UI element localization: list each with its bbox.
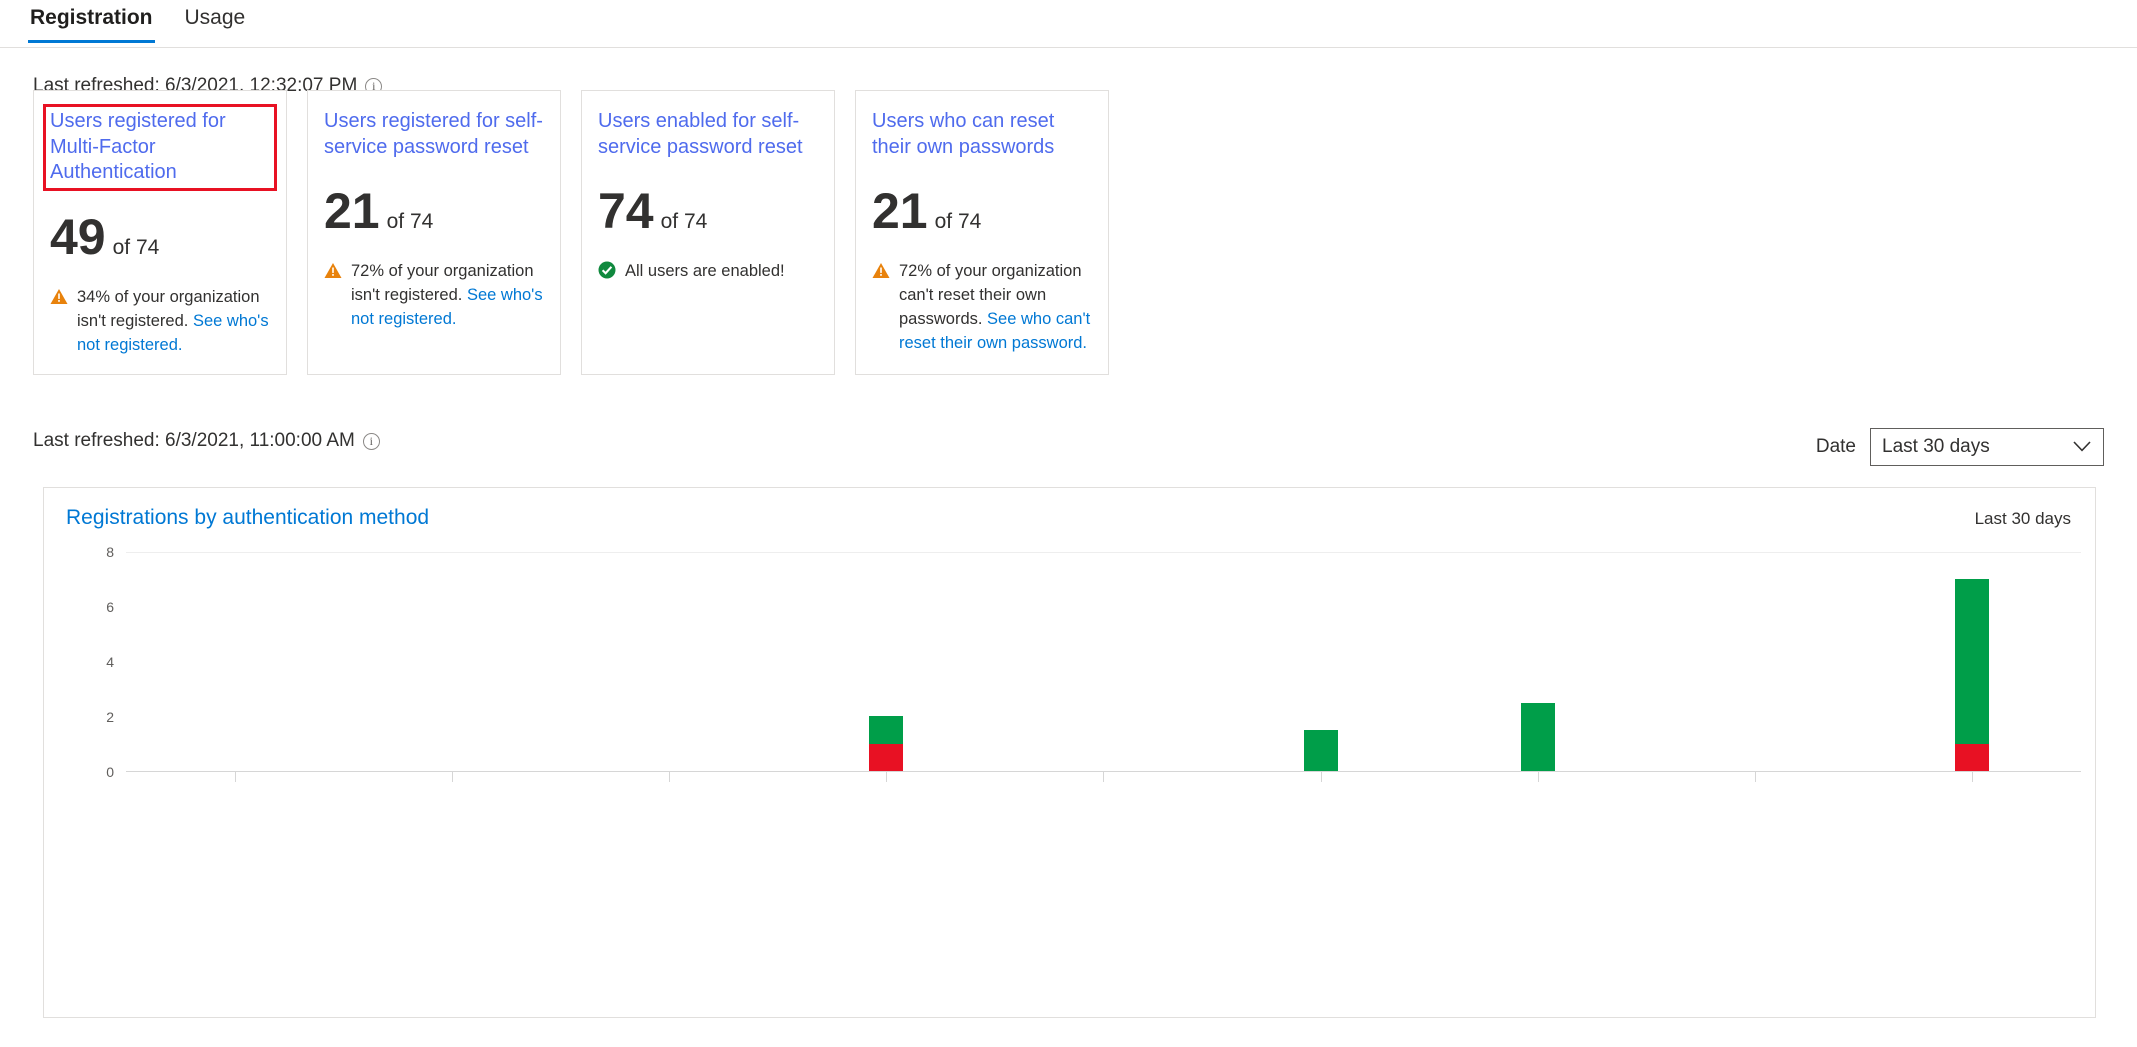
kpi-card-total: of 74 bbox=[660, 210, 708, 234]
bar-slot bbox=[1429, 552, 1646, 782]
y-axis: 0 2 4 6 8 bbox=[54, 544, 122, 780]
bar-slot bbox=[560, 552, 777, 782]
x-tick bbox=[669, 771, 671, 782]
bar-segment-successes[interactable] bbox=[869, 716, 904, 744]
kpi-card-status-text-wrap: All users are enabled! bbox=[625, 260, 785, 284]
bar-segment-successes[interactable] bbox=[1520, 702, 1555, 771]
kpi-card-total: of 74 bbox=[934, 210, 982, 234]
y-tick-label: 0 bbox=[106, 764, 114, 780]
date-filter: Date Last 30 days bbox=[1816, 428, 2104, 466]
last-refreshed-bottom: Last refreshed: 6/3/2021, 11:00:00 AM i bbox=[33, 430, 380, 452]
bar-segment-failures[interactable] bbox=[869, 743, 904, 771]
kpi-card-can-reset-password[interactable]: Users who can reset their own passwords … bbox=[855, 90, 1109, 375]
kpi-card-status-text-wrap: 34% of your organization isn't registere… bbox=[77, 286, 270, 358]
kpi-card-status: 72% of your organization can't reset the… bbox=[872, 260, 1092, 356]
x-tick bbox=[1972, 771, 1974, 782]
bar[interactable] bbox=[1955, 579, 1990, 771]
warning-icon bbox=[50, 288, 68, 305]
bar[interactable] bbox=[1520, 702, 1555, 771]
kpi-card-value-row: 49 of 74 bbox=[50, 212, 270, 262]
x-tick bbox=[451, 771, 453, 782]
warning-icon bbox=[872, 262, 890, 279]
chart-plot: 0 2 4 6 8 bbox=[54, 544, 2085, 782]
kpi-card-sspr-registered[interactable]: Users registered for self-service passwo… bbox=[307, 90, 561, 375]
kpi-card-status: 34% of your organization isn't registere… bbox=[50, 286, 270, 358]
kpi-card-title-wrap: Users who can reset their own passwords bbox=[872, 109, 1092, 160]
x-tick bbox=[1537, 771, 1539, 782]
x-tick bbox=[1320, 771, 1322, 782]
kpi-card-sspr-enabled[interactable]: Users enabled for self-service password … bbox=[581, 90, 835, 375]
x-tick bbox=[234, 771, 236, 782]
plot-area bbox=[126, 552, 2081, 782]
y-tick-label: 8 bbox=[106, 544, 114, 560]
kpi-card-value: 21 bbox=[324, 183, 380, 240]
bar-slot bbox=[1212, 552, 1429, 782]
kpi-card-total: of 74 bbox=[386, 210, 434, 234]
tab-registration-label: Registration bbox=[30, 6, 153, 29]
kpi-card-status: All users are enabled! bbox=[598, 260, 818, 284]
registration-dashboard: Registration Usage Last refreshed: 6/3/2… bbox=[0, 0, 2137, 1047]
success-icon bbox=[598, 261, 616, 279]
bar[interactable] bbox=[869, 716, 904, 771]
kpi-card-total: of 74 bbox=[112, 235, 160, 259]
kpi-card-title-wrap: Users enabled for self-service password … bbox=[598, 109, 818, 160]
chart-header: Registrations by authentication method L… bbox=[44, 488, 2095, 530]
warning-icon bbox=[324, 262, 342, 279]
bar-segment-failures[interactable] bbox=[1955, 743, 1990, 771]
kpi-card-status-text-wrap: 72% of your organization can't reset the… bbox=[899, 260, 1092, 356]
chart-range-label: Last 30 days bbox=[1974, 509, 2071, 528]
kpi-card-title[interactable]: Users registered for self-service passwo… bbox=[324, 109, 544, 160]
bar-slot bbox=[778, 552, 995, 782]
info-icon[interactable]: i bbox=[362, 432, 380, 450]
bar-slot bbox=[1864, 552, 2081, 782]
bar-slot bbox=[343, 552, 560, 782]
kpi-card-status-text-wrap: 72% of your organization isn't registere… bbox=[351, 260, 544, 332]
kpi-card-title[interactable]: Users registered for Multi-Factor Authen… bbox=[50, 109, 270, 186]
date-range-dropdown[interactable]: Last 30 days bbox=[1870, 428, 2104, 466]
kpi-card-title-highlight: Users registered for Multi-Factor Authen… bbox=[43, 104, 277, 191]
chart-title[interactable]: Registrations by authentication method bbox=[56, 506, 429, 530]
x-tick bbox=[886, 771, 888, 782]
bar-segment-successes[interactable] bbox=[1303, 729, 1338, 771]
date-range-value: Last 30 days bbox=[1882, 436, 1990, 457]
bar-segment-successes[interactable] bbox=[1955, 579, 1990, 744]
kpi-card-value-row: 21 of 74 bbox=[872, 186, 1092, 236]
kpi-card-value: 74 bbox=[598, 183, 654, 240]
y-tick-label: 6 bbox=[106, 599, 114, 615]
bar-series bbox=[126, 552, 2081, 782]
kpi-card-title[interactable]: Users who can reset their own passwords bbox=[872, 109, 1092, 160]
last-refreshed-bottom-text: Last refreshed: 6/3/2021, 11:00:00 AM bbox=[33, 430, 355, 451]
bar-slot bbox=[126, 552, 343, 782]
kpi-card-value-row: 21 of 74 bbox=[324, 186, 544, 236]
tab-bar: Registration Usage bbox=[0, 0, 2137, 48]
bar[interactable] bbox=[1303, 729, 1338, 771]
kpi-card-value: 49 bbox=[50, 208, 106, 265]
x-tick bbox=[1755, 771, 1757, 782]
kpi-card-title[interactable]: Users enabled for self-service password … bbox=[598, 109, 818, 160]
y-tick-label: 2 bbox=[106, 709, 114, 725]
kpi-card-mfa-registered[interactable]: Users registered for Multi-Factor Authen… bbox=[33, 90, 287, 375]
kpi-card-value-row: 74 of 74 bbox=[598, 186, 818, 236]
kpi-card-row: Users registered for Multi-Factor Authen… bbox=[33, 90, 1109, 375]
tab-usage[interactable]: Usage bbox=[169, 0, 262, 43]
chevron-down-icon bbox=[2073, 436, 2091, 458]
kpi-card-status: 72% of your organization isn't registere… bbox=[324, 260, 544, 332]
tab-usage-label: Usage bbox=[184, 6, 246, 29]
date-filter-label: Date bbox=[1815, 436, 1856, 457]
registrations-chart-panel: Registrations by authentication method L… bbox=[43, 487, 2096, 1018]
kpi-card-status-text: All users are enabled! bbox=[625, 262, 785, 281]
bar-slot bbox=[1647, 552, 1864, 782]
bar-slot bbox=[995, 552, 1212, 782]
y-tick-label: 4 bbox=[106, 654, 114, 670]
x-tick bbox=[1103, 771, 1105, 782]
tab-registration[interactable]: Registration bbox=[14, 0, 169, 43]
kpi-card-value: 21 bbox=[872, 183, 928, 240]
kpi-card-title-wrap: Users registered for self-service passwo… bbox=[324, 109, 544, 160]
